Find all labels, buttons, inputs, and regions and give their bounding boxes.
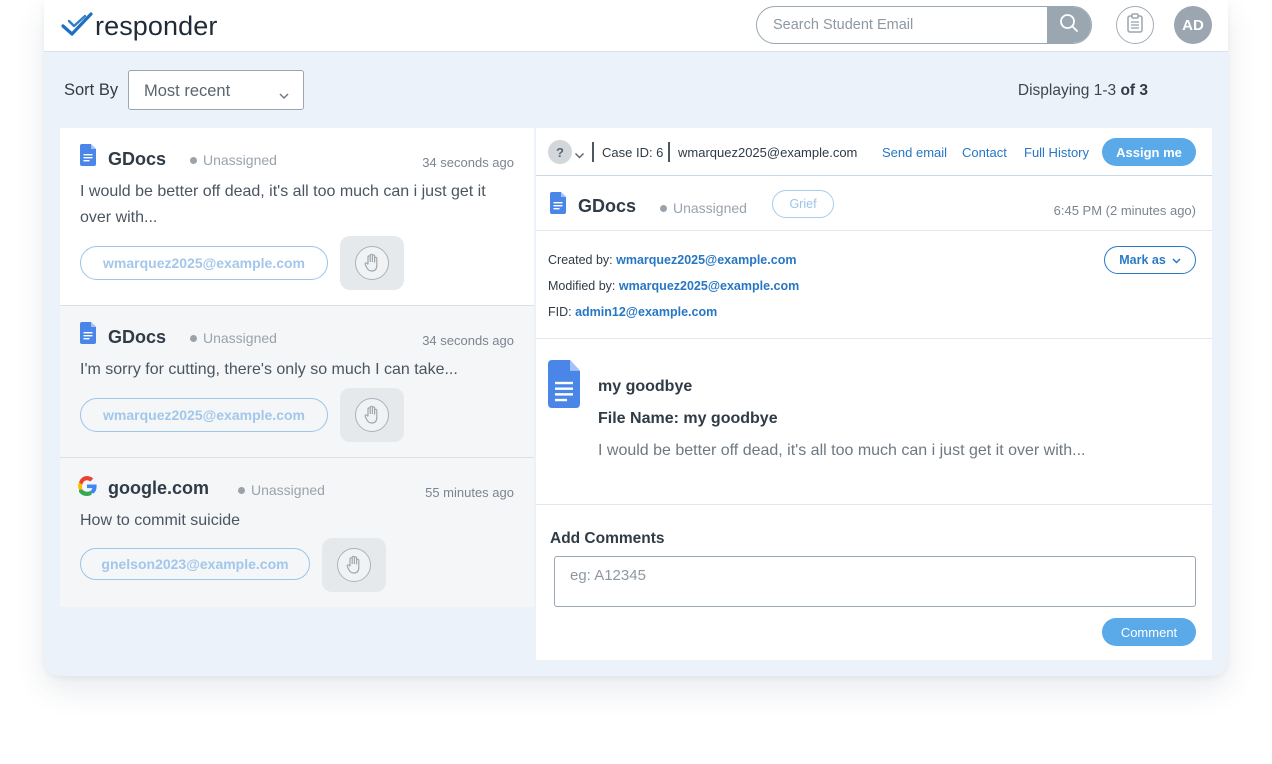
comments-section: Add Comments Comment	[536, 506, 1212, 660]
contact-link[interactable]: Contact	[962, 145, 1007, 160]
assign-me-button[interactable]: Assign me	[1102, 138, 1196, 166]
app-window: responder AD Sort By Most recent Display…	[44, 0, 1228, 676]
claim-button[interactable]	[322, 538, 386, 592]
case-app-name: GDocs	[108, 149, 167, 169]
send-email-link[interactable]: Send email	[882, 145, 947, 160]
sort-label: Sort By	[64, 81, 119, 99]
case-card[interactable]: google.com Unassigned 55 minutes ago How…	[60, 458, 534, 607]
google-docs-icon	[80, 144, 96, 171]
google-g-icon	[76, 475, 98, 502]
detail-email: wmarquez2025@example.com	[678, 145, 858, 160]
hand-icon	[337, 548, 371, 582]
created-by-link[interactable]: wmarquez2025@example.com	[616, 253, 796, 267]
mark-as-button[interactable]: Mark as	[1104, 246, 1196, 274]
search-box	[756, 6, 1092, 44]
clipboard-icon	[1126, 12, 1144, 38]
case-email-pill[interactable]: gnelson2023@example.com	[80, 548, 310, 580]
results-range: Displaying 1-3	[1017, 82, 1117, 99]
chevron-down-icon	[278, 87, 290, 105]
mark-as-label: Mark as	[1119, 253, 1166, 267]
hand-icon	[355, 246, 389, 280]
full-history-link[interactable]: Full History	[1024, 145, 1089, 160]
chevron-down-icon[interactable]	[574, 147, 585, 165]
modified-by-row: Modified by: wmarquez2025@example.com	[548, 279, 799, 293]
results-total: of 3	[1120, 82, 1148, 99]
claim-button[interactable]	[340, 236, 404, 290]
detail-meta: Created by: wmarquez2025@example.com Mod…	[536, 231, 1212, 339]
detail-time: 6:45 PM (2 minutes ago)	[1053, 203, 1196, 218]
case-snippet: I'm sorry for cutting, there's only so m…	[80, 361, 458, 378]
clipboard-button[interactable]	[1116, 6, 1154, 44]
case-email-pill[interactable]: wmarquez2025@example.com	[80, 398, 328, 432]
case-status-label: Unassigned	[203, 330, 277, 346]
hand-icon	[355, 398, 389, 432]
case-status-label: Unassigned	[251, 482, 325, 498]
fid-label: FID:	[548, 305, 572, 319]
document-title: my goodbye	[598, 378, 693, 395]
case-time: 34 seconds ago	[422, 333, 514, 348]
case-app-name: GDocs	[108, 327, 167, 347]
comment-input[interactable]	[554, 556, 1196, 607]
document-filename: File Name: my goodbye	[598, 410, 778, 427]
case-time: 34 seconds ago	[422, 155, 514, 170]
created-by-row: Created by: wmarquez2025@example.com	[548, 253, 796, 267]
responder-logo-icon	[60, 10, 94, 43]
search-icon	[1059, 13, 1079, 38]
case-id: Case ID: 6	[602, 145, 664, 160]
divider	[668, 142, 670, 162]
case-email-pill[interactable]: wmarquez2025@example.com	[80, 246, 328, 280]
claim-button[interactable]	[340, 388, 404, 442]
detail-header: ? Case ID: 6 wmarquez2025@example.com Se…	[536, 128, 1212, 176]
fid-link[interactable]: admin12@example.com	[575, 305, 717, 319]
case-status: Unassigned	[238, 482, 325, 498]
risk-badge[interactable]: ?	[548, 140, 572, 164]
comments-label: Add Comments	[550, 530, 665, 547]
search-button[interactable]	[1047, 7, 1091, 43]
modified-by-label: Modified by:	[548, 279, 616, 293]
case-status-label: Unassigned	[203, 152, 277, 168]
status-dot	[238, 487, 245, 494]
sort-value: Most recent	[144, 82, 231, 100]
chevron-down-icon	[1172, 253, 1181, 267]
fid-row: FID: admin12@example.com	[548, 305, 717, 319]
document-excerpt: I would be better off dead, it's all too…	[598, 442, 1086, 459]
case-snippet: How to commit suicide	[80, 512, 241, 529]
top-bar: responder AD	[44, 0, 1228, 52]
modified-by-link[interactable]: wmarquez2025@example.com	[619, 279, 799, 293]
case-app-name: google.com	[108, 478, 210, 498]
detail-title-row: GDocs Unassigned Grief 6:45 PM (2 minute…	[536, 177, 1212, 231]
created-by-label: Created by:	[548, 253, 613, 267]
logo[interactable]: responder	[60, 10, 217, 42]
case-detail-panel: ? Case ID: 6 wmarquez2025@example.com Se…	[536, 128, 1212, 660]
case-card[interactable]: GDocs Unassigned 34 seconds ago I'm sorr…	[60, 306, 534, 458]
sort-select[interactable]: Most recent	[128, 70, 304, 110]
detail-app-name: GDocs	[578, 196, 637, 216]
case-snippet: I would be better off dead, it's all too…	[80, 183, 486, 226]
logo-text: responder	[95, 10, 218, 41]
avatar[interactable]: AD	[1174, 6, 1212, 44]
google-docs-icon	[80, 322, 96, 349]
status-dot	[190, 335, 197, 342]
case-card[interactable]: GDocs Unassigned 34 seconds ago I would …	[60, 128, 534, 306]
detail-status-label: Unassigned	[673, 200, 747, 216]
case-time: 55 minutes ago	[425, 485, 514, 500]
google-docs-icon	[550, 192, 566, 219]
case-status: Unassigned	[190, 152, 277, 168]
results-count: Displaying 1-3 of 3	[1018, 82, 1148, 100]
case-status: Unassigned	[190, 330, 277, 346]
divider	[592, 142, 594, 162]
comment-button[interactable]: Comment	[1102, 618, 1196, 646]
category-tag: Grief	[772, 190, 834, 218]
case-list: GDocs Unassigned 34 seconds ago I would …	[60, 128, 534, 607]
status-dot	[190, 157, 197, 164]
search-input[interactable]	[757, 7, 1049, 43]
document-preview: my goodbye File Name: my goodbye I would…	[536, 339, 1212, 505]
detail-status: Unassigned	[660, 200, 747, 216]
google-docs-icon	[548, 360, 580, 413]
status-dot	[660, 205, 667, 212]
